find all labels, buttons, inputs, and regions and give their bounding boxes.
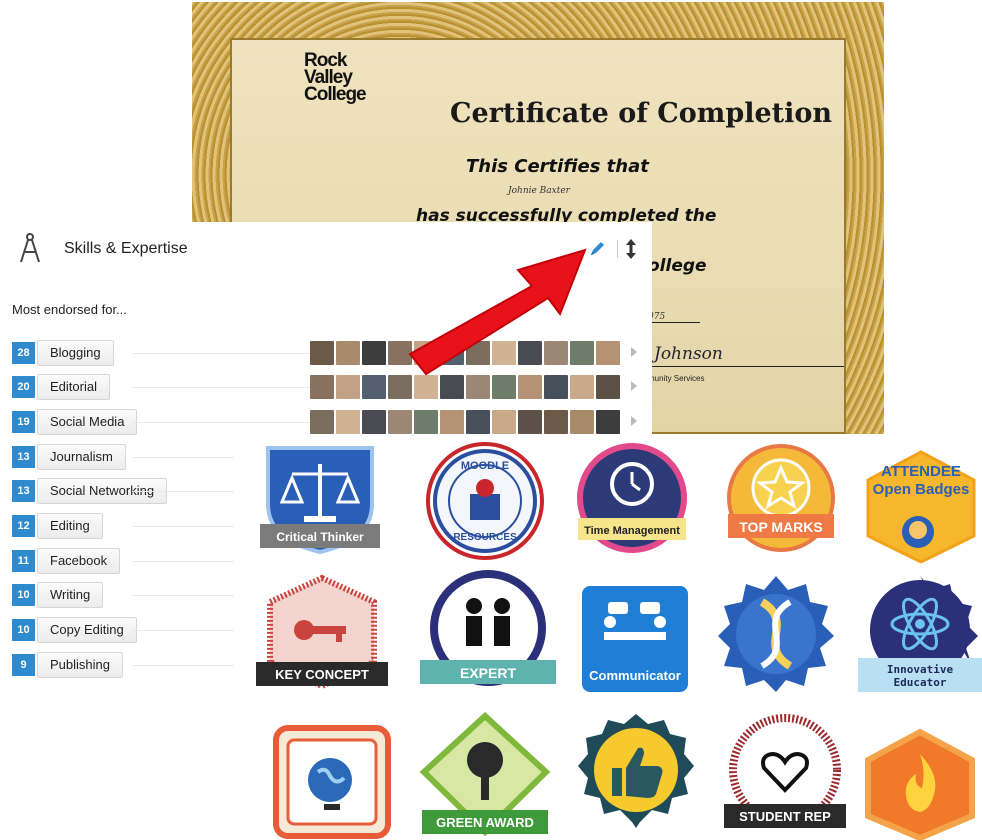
- services-fragment: munity Services: [648, 374, 705, 383]
- skill-name[interactable]: Publishing: [37, 652, 123, 678]
- certifies-line: This Certifies that: [466, 156, 649, 177]
- skill-name[interactable]: Facebook: [37, 548, 121, 574]
- skill-name[interactable]: Blogging: [37, 340, 114, 366]
- compass-icon: [20, 233, 40, 263]
- expert-badge: EXPERT: [420, 570, 556, 690]
- year-fragment: 075: [648, 312, 666, 322]
- signature: Johnson: [654, 344, 723, 364]
- avatar[interactable]: [518, 410, 542, 434]
- avatar[interactable]: [310, 375, 334, 399]
- badge-label: Time Management: [584, 525, 680, 537]
- recipient-name: Johnie Baxter: [508, 186, 570, 196]
- up-down-arrow-icon[interactable]: [624, 238, 638, 260]
- avatar[interactable]: [362, 410, 386, 434]
- key-concept-badge: KEY CONCEPT: [256, 574, 388, 692]
- badge-label: EXPERT: [460, 665, 516, 681]
- avatar[interactable]: [362, 375, 386, 399]
- row-divider: [132, 630, 234, 631]
- endorsement-count[interactable]: 28: [12, 342, 35, 364]
- avatar[interactable]: [596, 410, 620, 434]
- skill-name[interactable]: Journalism: [37, 444, 126, 470]
- badge-label: Innovative: [887, 663, 954, 676]
- badge-label: ATTENDEE: [881, 463, 961, 480]
- skill-name[interactable]: Writing: [37, 582, 104, 608]
- badge-label: KEY CONCEPT: [275, 667, 369, 682]
- badge-label: GREEN AWARD: [436, 815, 534, 830]
- college-fragment: ollege: [648, 256, 707, 276]
- badge-label: TOP MARKS: [739, 519, 823, 535]
- skill-name[interactable]: Social Media: [37, 409, 138, 435]
- badge-label: Open Badges: [873, 481, 970, 498]
- student-rep-badge: STUDENT REP: [720, 714, 850, 834]
- endorsement-count[interactable]: 9: [12, 654, 35, 676]
- signature-line: [644, 366, 844, 367]
- badge-label: Educator: [894, 676, 947, 689]
- badge-label: Communicator: [589, 668, 681, 683]
- skill-name[interactable]: Editorial: [37, 374, 110, 400]
- row-divider: [132, 422, 312, 423]
- attendee-open-badges-badge: ATTENDEE Open Badges: [862, 448, 980, 564]
- row-divider: [132, 457, 234, 458]
- avatar[interactable]: [388, 410, 412, 434]
- section-title: Skills & Expertise: [64, 240, 188, 257]
- row-divider: [132, 561, 234, 562]
- endorsement-count[interactable]: 20: [12, 376, 35, 398]
- endorsement-count[interactable]: 19: [12, 411, 35, 433]
- dna-badge: [716, 574, 836, 694]
- chevron-right-icon[interactable]: [630, 380, 638, 392]
- avatar[interactable]: [440, 410, 464, 434]
- endorsement-count[interactable]: 11: [12, 550, 35, 572]
- most-endorsed-label: Most endorsed for...: [12, 302, 127, 317]
- avatar[interactable]: [570, 410, 594, 434]
- row-divider: [132, 595, 234, 596]
- badge-label: STUDENT REP: [739, 809, 831, 824]
- avatar[interactable]: [362, 341, 386, 365]
- skill-name[interactable]: Copy Editing: [37, 617, 137, 643]
- thumbs-up-badge: [578, 712, 694, 834]
- endorser-avatars: [310, 410, 620, 434]
- endorsement-count[interactable]: 10: [12, 619, 35, 641]
- communicator-badge: Communicator: [580, 584, 690, 696]
- skill-name[interactable]: Editing: [37, 513, 103, 539]
- avatar[interactable]: [336, 375, 360, 399]
- critical-thinker-badge: Critical Thinker: [260, 444, 380, 556]
- badge-label: MOODLE: [461, 460, 509, 472]
- skill-row[interactable]: 19 Social Media: [12, 409, 648, 435]
- badge-label: RESOURCES: [453, 532, 517, 543]
- green-award-badge: GREEN AWARD: [419, 711, 551, 840]
- badge-label: Critical Thinker: [276, 530, 364, 544]
- row-divider: [132, 491, 234, 492]
- certificate-title: Certificate of Completion: [450, 98, 833, 129]
- flame-badge: [862, 728, 978, 840]
- top-marks-badge: TOP MARKS: [726, 444, 836, 556]
- endorsement-count[interactable]: 12: [12, 515, 35, 537]
- time-management-badge: Time Management: [576, 443, 688, 556]
- endorsement-count[interactable]: 13: [12, 480, 35, 502]
- row-divider: [132, 387, 312, 388]
- date-line: [644, 322, 700, 323]
- avatar[interactable]: [310, 341, 334, 365]
- chevron-right-icon[interactable]: [630, 415, 638, 427]
- toolbar-divider: [617, 240, 618, 258]
- row-divider: [132, 665, 234, 666]
- red-arrow-icon: [408, 248, 587, 376]
- avatar[interactable]: [336, 341, 360, 365]
- avatar[interactable]: [310, 410, 334, 434]
- innovative-educator-badge: Innovative Educator: [858, 574, 982, 700]
- avatar[interactable]: [414, 410, 438, 434]
- endorsement-count[interactable]: 13: [12, 446, 35, 468]
- row-divider: [132, 353, 312, 354]
- row-divider: [132, 526, 234, 527]
- chevron-right-icon[interactable]: [630, 346, 638, 358]
- avatar[interactable]: [544, 410, 568, 434]
- avatar[interactable]: [466, 410, 490, 434]
- avatar[interactable]: [336, 410, 360, 434]
- avatar[interactable]: [492, 410, 516, 434]
- globe-badge: [273, 725, 391, 839]
- endorsement-count[interactable]: 10: [12, 584, 35, 606]
- logo-line: College: [304, 84, 367, 105]
- moodle-resources-badge: MOODLE RESOURCES: [424, 442, 546, 560]
- college-logo: Rock Valley College: [304, 51, 382, 105]
